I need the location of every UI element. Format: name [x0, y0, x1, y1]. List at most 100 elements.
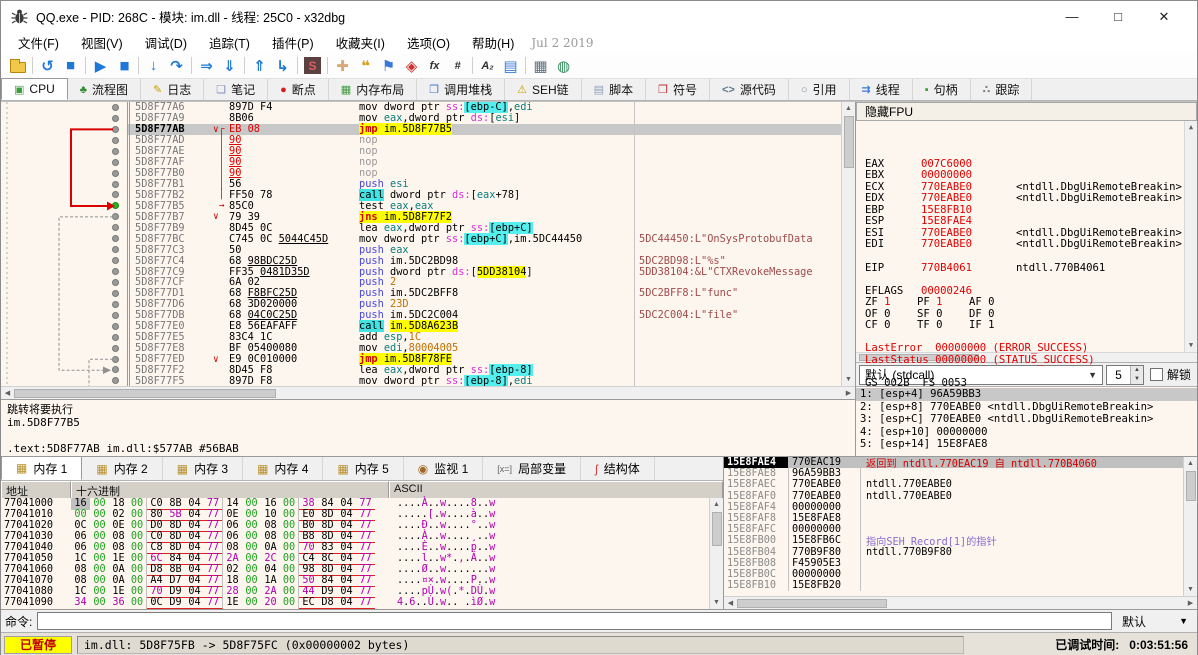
breakpoint-dot[interactable]	[112, 311, 119, 319]
restart-icon[interactable]: ↺	[36, 55, 59, 77]
disasm-row[interactable]: 5D8F77ED ∨ E9 0C010000 jmp im.5D8F78FE	[1, 353, 841, 366]
registers-vertical-scrollbar[interactable]: ▲ ▼	[1184, 121, 1197, 352]
disasm-address[interactable]: 5D8F77BC	[127, 233, 213, 245]
disasm-address[interactable]: 5D8F77AE	[127, 145, 213, 157]
memory-ascii[interactable]: ....Ð..w....°..w	[389, 520, 495, 531]
tab-cpu[interactable]: ▣ CPU	[1, 78, 68, 100]
register-value[interactable]: 770B4061	[921, 262, 1016, 275]
disasm-row[interactable]: 5D8F77F2 8D45 F8 lea eax,dword ptr ss:[ebp…	[1, 363, 841, 376]
register-line[interactable]: EIP 770B4061 ntdll.770B4061	[865, 262, 1183, 275]
memory-address[interactable]: 77041090	[1, 597, 71, 608]
disasm-horizontal-scrollbar[interactable]: ◀ ▶	[1, 386, 855, 400]
disasm-gutter[interactable]	[1, 365, 127, 376]
disasm-row[interactable]: 5D8F77CF 6A 02 push 2	[1, 276, 841, 288]
memory-byte[interactable]: 1E	[223, 597, 242, 609]
call-argument-row[interactable]: 4: [esp+10] 00000000	[856, 426, 1197, 439]
disasm-address[interactable]: 5D8F77E8	[127, 342, 213, 354]
breakpoint-dot[interactable]	[112, 213, 119, 221]
disasm-row-main[interactable]: 5D8F77AE │ 90 nop	[127, 145, 841, 157]
disasm-row-main[interactable]: 5D8F77ED ∨ E9 0C010000 jmp im.5D8F78FE	[127, 353, 841, 366]
tab-source[interactable]: <> 源代码	[710, 79, 789, 100]
disasm-gutter[interactable]	[1, 244, 127, 255]
memory-dump-view[interactable]: 77041000 16 00 18 00 C0 8B 04 77 14 00 16 00 38 84 04 77…	[1, 497, 709, 609]
disasm-address[interactable]: 5D8F77B2	[127, 189, 213, 201]
memory-byte[interactable]: 36	[109, 597, 128, 609]
register-line[interactable]: EDI 770EABE0 <ntdll.DbgUiRemoteBreakin>	[865, 239, 1183, 251]
breakpoint-dot[interactable]	[112, 366, 119, 374]
back-to-user-code-icon[interactable]: ↳	[271, 55, 294, 77]
disasm-comment[interactable]	[634, 178, 841, 190]
breakpoint-dot[interactable]	[112, 169, 119, 177]
disasm-gutter[interactable]	[1, 343, 127, 354]
memory-ascii[interactable]: ....À..w....8..w	[389, 498, 495, 509]
memory-ascii[interactable]: ....l..w*.,.Ä..w	[389, 553, 495, 564]
disasm-comment[interactable]	[634, 112, 841, 124]
tab-memory-map[interactable]: ▦ 内存布局	[329, 79, 418, 100]
disasm-gutter[interactable]	[1, 200, 127, 211]
memory-byte[interactable]: 20	[261, 597, 280, 609]
stack-value[interactable]: 770EABE0	[788, 479, 860, 491]
memory-row[interactable]: 77041080 1C 00 1E 00 70 D9 04 77 28 00 2A 00 44 D9 04 77…	[1, 585, 709, 598]
tab-log[interactable]: ✎ 日志	[141, 79, 205, 100]
disasm-comment[interactable]	[634, 342, 841, 354]
disasm-comment[interactable]: 5DC2C004:L"file"	[634, 309, 841, 321]
disasm-row[interactable]: 5D8F77B2 │ FF50 78 call dword ptr ds:[eax+…	[1, 188, 841, 201]
disasm-comment[interactable]	[634, 167, 841, 179]
memory-address[interactable]: 77041000	[1, 498, 71, 509]
pause-icon[interactable]: ▮▮	[112, 55, 135, 77]
stack-address[interactable]: 15E8FAEC	[724, 479, 788, 490]
tab-dump2[interactable]: ▦ 内存 2	[82, 457, 163, 480]
close-icon[interactable]: ✕	[1141, 3, 1187, 31]
registers-view[interactable]: ▲ ▼ EAX 007C6000 EBX 00000000 ECX 770EABE0 <nt…	[856, 121, 1197, 389]
menu-item-v[interactable]: 视图(V)	[70, 31, 134, 54]
scroll-down-icon[interactable]: ▼	[710, 596, 723, 609]
functions-icon[interactable]: fx	[423, 55, 446, 77]
memory-row[interactable]: 77041030 06 00 08 00 C0 8D 04 77 06 00 08 00 B8 8D 04 77…	[1, 530, 709, 543]
tab-script[interactable]: ▤ 脚本	[582, 79, 647, 100]
stack-value[interactable]: 770EAC19	[788, 457, 860, 469]
breakpoint-dot[interactable]	[112, 257, 119, 265]
disasm-row-main[interactable]: 5D8F77BC C745 0C 5044C45D mov dword ptr ss…	[127, 232, 841, 245]
disasm-row[interactable]: 5D8F77C3 50 push eax	[1, 244, 841, 256]
memory-byte[interactable]: 34	[71, 597, 90, 609]
tab-graph[interactable]: ♣ 流程图	[68, 79, 141, 100]
disasm-comment[interactable]: 5DC44450:L"OnSysProtobufData	[634, 233, 841, 245]
stack-vertical-scrollbar[interactable]: ▲ ▼	[1183, 457, 1197, 596]
breakpoint-dot[interactable]	[112, 125, 119, 133]
disasm-address[interactable]: 5D8F77A6	[127, 102, 213, 113]
disasm-gutter[interactable]	[1, 288, 127, 299]
stack-address[interactable]: 15E8FAE4	[724, 457, 788, 469]
bookmarks-icon[interactable]: ◈	[400, 55, 423, 77]
stack-row[interactable]: 15E8FAF8 15E8FAE8	[724, 512, 1183, 525]
disasm-comment[interactable]	[634, 189, 841, 201]
stack-address[interactable]: 15E8FAF4	[724, 502, 788, 513]
dump-vertical-scrollbar[interactable]: ▲ ▼	[709, 498, 723, 609]
stack-value[interactable]: F45905E3	[788, 557, 860, 569]
disasm-row-main[interactable]: 5D8F77C4 68 98BDC25D push im.5DC2BD98 5DC2B…	[127, 255, 841, 267]
disasm-gutter[interactable]	[1, 321, 127, 332]
column-header-address[interactable]: 地址	[1, 481, 71, 498]
call-argument-row[interactable]: 3: [esp+C] 770EABE0 <ntdll.DbgUiRemoteBr…	[856, 413, 1197, 426]
tab-handles[interactable]: ▪ 句柄	[913, 79, 971, 100]
stack-row[interactable]: 15E8FAF0 770EABE0 ntdll.770EABE0	[724, 490, 1183, 502]
memory-address[interactable]: 77041010	[1, 509, 71, 520]
tab-symbols[interactable]: ❒ 符号	[646, 79, 710, 100]
breakpoint-dot[interactable]	[112, 377, 119, 385]
stack-horizontal-scrollbar[interactable]: ◀ ▶	[724, 596, 1197, 609]
breakpoint-dot[interactable]	[112, 300, 119, 308]
flag-cf[interactable]: CF 0	[865, 320, 917, 332]
command-preset-select[interactable]: 默认 ▼	[1117, 612, 1193, 630]
disasm-gutter[interactable]	[1, 157, 127, 168]
memory-byte[interactable]: 77	[356, 597, 375, 609]
breakpoint-dot[interactable]	[112, 103, 119, 111]
memory-ascii[interactable]: ....Ø..w.......w	[389, 564, 495, 575]
breakpoint-dot[interactable]	[112, 136, 119, 144]
disasm-gutter[interactable]	[1, 113, 127, 124]
disasm-comment[interactable]	[634, 353, 841, 365]
internet-icon[interactable]: ◍	[552, 55, 575, 77]
execute-till-return-icon[interactable]: ⇓	[218, 55, 241, 77]
scroll-left-icon[interactable]: ◀	[724, 597, 737, 610]
disasm-row-main[interactable]: 5D8F77DB 68 04C0C25D push im.5DC2C004 5DC2C…	[127, 309, 841, 321]
stack-row[interactable]: 15E8FB04 770B9F80 ntdll.770B9F80	[724, 546, 1183, 558]
breakpoint-dot[interactable]	[112, 355, 119, 363]
